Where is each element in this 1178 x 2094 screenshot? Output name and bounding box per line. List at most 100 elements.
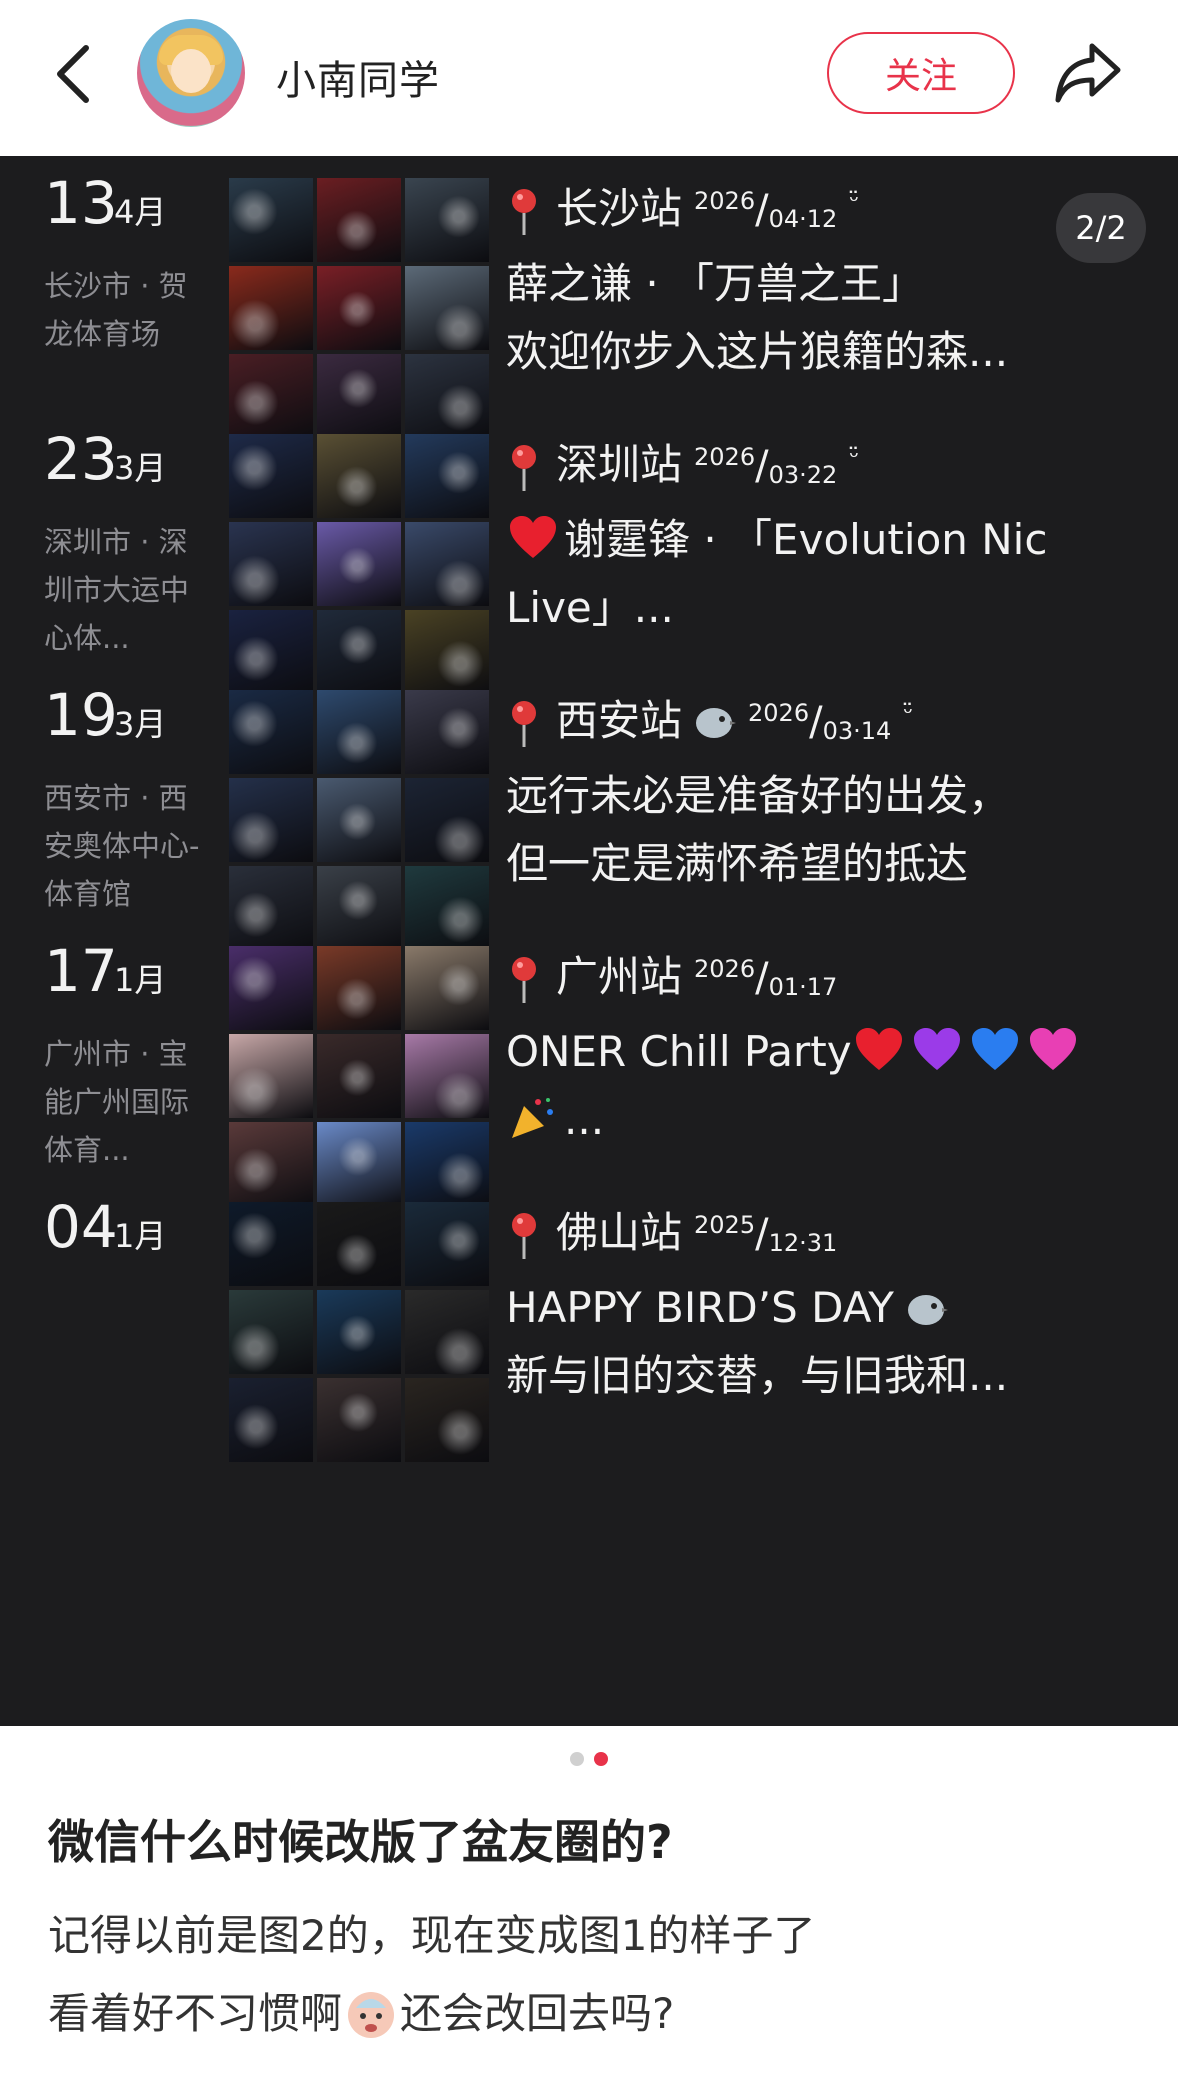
entry-month: 1月 (114, 961, 167, 999)
photo-thumbnail[interactable] (405, 522, 489, 606)
photo-thumbnail[interactable] (405, 690, 489, 774)
photo-thumbnail[interactable] (317, 266, 401, 350)
entry-month: 1月 (114, 1217, 167, 1255)
entry-year: 2026 (694, 443, 756, 471)
photo-thumbnail[interactable] (229, 434, 313, 518)
pushpin-icon (512, 1212, 536, 1259)
moment-entry[interactable]: 04 1月 佛山站 2025/12·31 HAPPY BIRD’S DAY 新与旧… (0, 1194, 1178, 1534)
heart-icon (510, 516, 556, 558)
photo-grid[interactable] (229, 1202, 489, 1462)
photo-thumbnail[interactable] (229, 266, 313, 350)
entry-day: 13 (44, 169, 118, 237)
photo-grid[interactable] (229, 434, 489, 694)
crying-face-icon (348, 1992, 395, 2038)
post-content-line: 看着好不习惯啊 还会改回去吗? (48, 1984, 1138, 2044)
entry-month: 4月 (114, 193, 167, 231)
pushpin-icon (512, 700, 536, 747)
entry-place: 广州市 · 宝能广州国际体育... (44, 1037, 190, 1167)
top-bar: 小南同学 关注 (0, 0, 1178, 156)
post-text: 还会改回去吗? (400, 1989, 675, 2038)
photo-grid[interactable] (229, 946, 489, 1206)
photo-thumbnail[interactable] (229, 690, 313, 774)
entry-post: 广州站 2026/01·17 ONER Chill Party ... (506, 938, 1126, 1154)
photo-thumbnail[interactable] (317, 434, 401, 518)
entry-text: 谢霆锋 · 「Evolution Nic (564, 515, 1048, 564)
entry-smile: ᵕ̈ (849, 187, 860, 215)
entry-smile: ᵕ̈ (849, 443, 860, 471)
photo-grid[interactable] (229, 178, 489, 438)
photo-thumbnail[interactable] (229, 1290, 313, 1374)
post-title: 微信什么时候改版了盆友圈的? (48, 1815, 673, 1869)
image-carousel[interactable]: 2/2 13 4月 长沙市 · 贺龙体育场 长沙站 2026/04·12ᵕ̈ 薛之… (0, 156, 1178, 1726)
entry-station: 长沙站 (556, 184, 683, 233)
entry-day: 04 (44, 1193, 118, 1261)
photo-thumbnail[interactable] (405, 1290, 489, 1374)
entry-place: 深圳市 · 深圳市大运中心体... (44, 525, 190, 655)
photo-thumbnail[interactable] (317, 690, 401, 774)
pushpin-icon (512, 444, 536, 491)
entry-day: 23 (44, 425, 118, 493)
share-icon[interactable] (1052, 38, 1124, 106)
photo-thumbnail[interactable] (405, 178, 489, 262)
photo-thumbnail[interactable] (229, 778, 313, 862)
entry-text-line: HAPPY BIRD’S DAY (506, 1274, 1126, 1342)
photo-thumbnail[interactable] (317, 522, 401, 606)
photo-thumbnail[interactable] (229, 1202, 313, 1286)
photo-thumbnail[interactable] (317, 178, 401, 262)
entry-year: 2026 (694, 187, 756, 215)
photo-thumbnail[interactable] (405, 434, 489, 518)
entry-day: 17 (44, 937, 118, 1005)
photo-thumbnail[interactable] (229, 1034, 313, 1118)
photo-thumbnail[interactable] (405, 266, 489, 350)
entry-text-line: 谢霆锋 · 「Evolution Nic (506, 506, 1126, 574)
entry-station: 西安站 (556, 696, 683, 745)
entry-text-line: 新与旧的交替，与旧我和... (506, 1351, 1009, 1400)
photo-thumbnail[interactable] (317, 946, 401, 1030)
entry-smile: ᵕ̈ (903, 699, 914, 727)
entry-post: 深圳站 2026/03·22ᵕ̈ 谢霆锋 · 「Evolution Nic Liv… (506, 426, 1126, 642)
party-popper-icon (512, 1098, 553, 1138)
entry-station: 广州站 (556, 952, 683, 1001)
avatar[interactable] (137, 19, 245, 127)
photo-thumbnail[interactable] (229, 946, 313, 1030)
entry-place: 西安市 · 西安奥体中心-体育馆 (44, 781, 200, 911)
photo-thumbnail[interactable] (229, 522, 313, 606)
entry-date: 03·14 (822, 717, 892, 745)
entry-text-line: 远行未必是准备好的出发， (506, 771, 1011, 820)
photo-thumbnail[interactable] (317, 1202, 401, 1286)
pushpin-icon (512, 956, 536, 1003)
entry-station: 佛山站 (556, 1208, 683, 1257)
entry-date: 03·22 (768, 461, 838, 489)
entry-month: 3月 (114, 449, 167, 487)
entry-text-line: 但一定是满怀希望的抵达 (506, 839, 969, 888)
photo-thumbnail[interactable] (317, 1290, 401, 1374)
back-chevron-icon[interactable] (44, 40, 104, 108)
photo-thumbnail[interactable] (317, 1378, 401, 1462)
photo-grid[interactable] (229, 690, 489, 950)
carousel-dots (0, 1752, 1178, 1766)
entry-station: 深圳站 (556, 440, 683, 489)
entry-text-line: ... (506, 1086, 1126, 1154)
purple-heart-icon (913, 1028, 960, 1070)
post-text: 看着好不习惯啊 (48, 1989, 343, 2038)
photo-thumbnail[interactable] (405, 1378, 489, 1462)
carousel-dot-active[interactable] (594, 1752, 608, 1766)
entry-text-line: ONER Chill Party (506, 1018, 1126, 1086)
carousel-dot[interactable] (570, 1752, 584, 1766)
follow-button[interactable]: 关注 (827, 32, 1015, 114)
entry-day: 19 (44, 681, 118, 749)
entry-text-line: Live」... (506, 583, 674, 632)
photo-thumbnail[interactable] (405, 1034, 489, 1118)
photo-thumbnail[interactable] (405, 778, 489, 862)
photo-thumbnail[interactable] (317, 778, 401, 862)
photo-thumbnail[interactable] (317, 1034, 401, 1118)
photo-thumbnail[interactable] (405, 1202, 489, 1286)
photo-thumbnail[interactable] (405, 946, 489, 1030)
author-name[interactable]: 小南同学 (276, 48, 440, 106)
pink-heart-icon (1029, 1028, 1076, 1070)
entry-year: 2025 (694, 1211, 756, 1239)
entry-text-line: 欢迎你步入这片狼籍的森... (506, 327, 1009, 376)
photo-thumbnail[interactable] (229, 1378, 313, 1462)
entry-text: HAPPY BIRD’S DAY (506, 1283, 894, 1332)
photo-thumbnail[interactable] (229, 178, 313, 262)
